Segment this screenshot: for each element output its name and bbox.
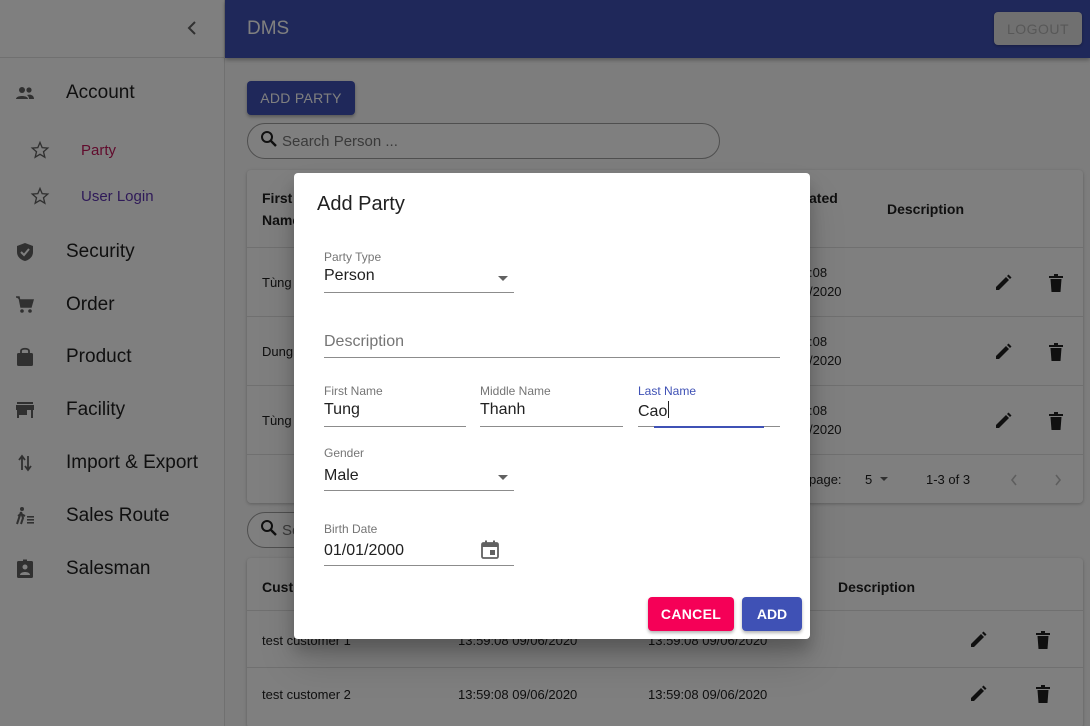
birth-date-field[interactable]: Birth Date 01/01/2000 [324,522,514,566]
middle-name-value: Thanh [480,401,526,418]
gender-label: Gender [324,446,365,460]
party-type-select[interactable]: Party Type Person [324,250,514,293]
text-cursor [668,401,670,418]
calendar-icon[interactable] [481,540,499,564]
party-type-label: Party Type [324,250,382,264]
description-placeholder: Description [324,333,405,350]
last-name-input[interactable]: Cao [638,401,670,421]
middle-name-field[interactable]: Middle Name Thanh [480,384,623,427]
party-type-value: Person [324,267,375,284]
last-name-label: Last Name [638,384,697,398]
add-button[interactable]: ADD [742,597,802,631]
gender-value: Male [324,467,359,484]
add-party-dialog: Add Party Party Type Person Description … [294,173,810,639]
birth-date-value: 01/01/2000 [324,542,405,559]
description-field[interactable]: Description [324,333,780,358]
dialog-title: Add Party [317,193,405,215]
middle-name-label: Middle Name [480,384,551,398]
focus-underline [654,426,764,428]
first-name-value: Tung [324,401,360,418]
birth-date-label: Birth Date [324,522,378,536]
cancel-button[interactable]: CANCEL [648,597,734,631]
first-name-label: First Name [324,384,383,398]
chevron-down-icon [498,276,508,281]
gender-select[interactable]: Gender Male [324,446,514,491]
last-name-field[interactable]: Last Name Cao [638,384,780,428]
first-name-field[interactable]: First Name Tung [324,384,466,427]
chevron-down-icon [498,475,508,480]
